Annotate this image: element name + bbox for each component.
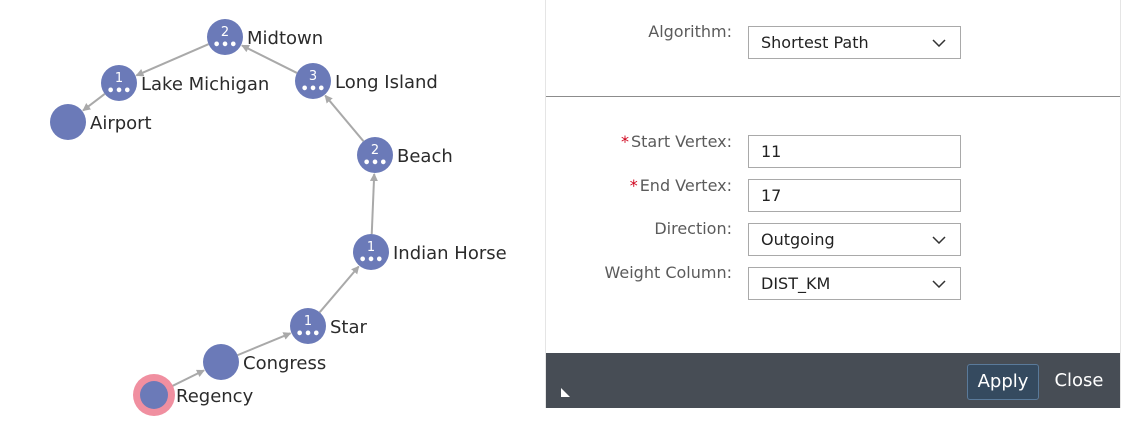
resize-handle-icon[interactable] <box>560 387 571 398</box>
graph-edge[interactable] <box>169 369 205 388</box>
graph-node[interactable]: Regency <box>133 374 254 416</box>
node-label: Star <box>330 317 368 338</box>
start-vertex-value: 11 <box>761 142 782 161</box>
required-marker: * <box>629 176 638 195</box>
algorithm-panel: Algorithm: Shortest Path * Start Vertex: … <box>545 0 1121 408</box>
more-icon[interactable]: ••• <box>107 84 132 99</box>
algorithm-label: Algorithm: <box>648 22 732 41</box>
graph-edge[interactable] <box>324 94 365 142</box>
start-vertex-label-text: Start Vertex: <box>631 132 732 151</box>
end-vertex-label: * End Vertex: <box>532 176 732 195</box>
panel-footer: Apply Close <box>546 353 1120 408</box>
node-circle[interactable] <box>140 381 168 409</box>
node-label: Indian Horse <box>393 243 507 264</box>
graph-node[interactable]: 3••• Long Island <box>295 63 438 99</box>
graph-edge[interactable] <box>318 265 360 313</box>
graph-edge[interactable] <box>241 44 298 74</box>
graph-canvas[interactable]: 2 ••• Midtown 1 ••• Lake Michigan Airport 3 ••• L… <box>0 0 545 433</box>
graph-node[interactable]: 1••• Lake Michigan <box>101 65 269 101</box>
node-circle[interactable] <box>203 344 239 380</box>
algorithm-value: Shortest Path <box>761 33 869 52</box>
chevron-down-icon <box>932 236 946 244</box>
node-label: Long Island <box>335 72 438 93</box>
weight-column-label: Weight Column: <box>604 263 733 282</box>
graph-node[interactable]: Airport <box>50 104 152 140</box>
apply-button[interactable]: Apply <box>967 364 1039 400</box>
node-circle[interactable] <box>50 104 86 140</box>
weight-column-select[interactable]: DIST_KM <box>748 267 961 300</box>
graph-edge[interactable] <box>82 93 106 112</box>
direction-label: Direction: <box>654 219 732 238</box>
node-label: Congress <box>243 353 326 374</box>
node-label: Midtown <box>247 28 323 49</box>
start-vertex-input[interactable]: 11 <box>748 135 961 168</box>
required-marker: * <box>621 132 629 151</box>
start-vertex-label: * Start Vertex: <box>532 132 732 151</box>
node-label: Airport <box>90 113 152 134</box>
chevron-down-icon <box>932 39 946 47</box>
more-icon[interactable]: ••• <box>301 82 326 97</box>
algorithm-select[interactable]: Shortest Path <box>748 26 961 59</box>
graph-node[interactable]: 2••• Midtown <box>207 19 323 55</box>
graph-node[interactable]: 2••• Beach <box>357 137 453 173</box>
node-label: Regency <box>176 386 254 407</box>
graph-edge[interactable] <box>135 43 209 77</box>
chevron-down-icon <box>932 280 946 288</box>
direction-select[interactable]: Outgoing <box>748 223 961 256</box>
more-icon[interactable]: ••• <box>359 253 384 268</box>
weight-column-value: DIST_KM <box>761 274 831 293</box>
close-button[interactable]: Close <box>1046 364 1112 400</box>
graph-edge[interactable] <box>369 172 378 235</box>
direction-value: Outgoing <box>761 230 835 249</box>
node-label: Beach <box>397 146 453 167</box>
more-icon[interactable]: ••• <box>363 156 388 171</box>
graph-node[interactable]: 1••• Indian Horse <box>353 234 507 270</box>
node-label: Lake Michigan <box>141 74 269 95</box>
end-vertex-input[interactable]: 17 <box>748 179 961 212</box>
graph-node[interactable]: 1••• Star <box>290 308 368 344</box>
graph-svg[interactable]: 2••• Midtown1••• Lake MichiganAirport3••• L… <box>0 0 545 433</box>
graph-node[interactable]: Congress <box>203 344 326 380</box>
end-vertex-value: 17 <box>761 186 782 205</box>
more-icon[interactable]: ••• <box>296 327 321 342</box>
section-divider <box>546 96 1120 97</box>
graph-edge[interactable] <box>237 332 292 357</box>
end-vertex-label-text: End Vertex: <box>639 176 732 195</box>
more-icon[interactable]: ••• <box>213 38 238 53</box>
